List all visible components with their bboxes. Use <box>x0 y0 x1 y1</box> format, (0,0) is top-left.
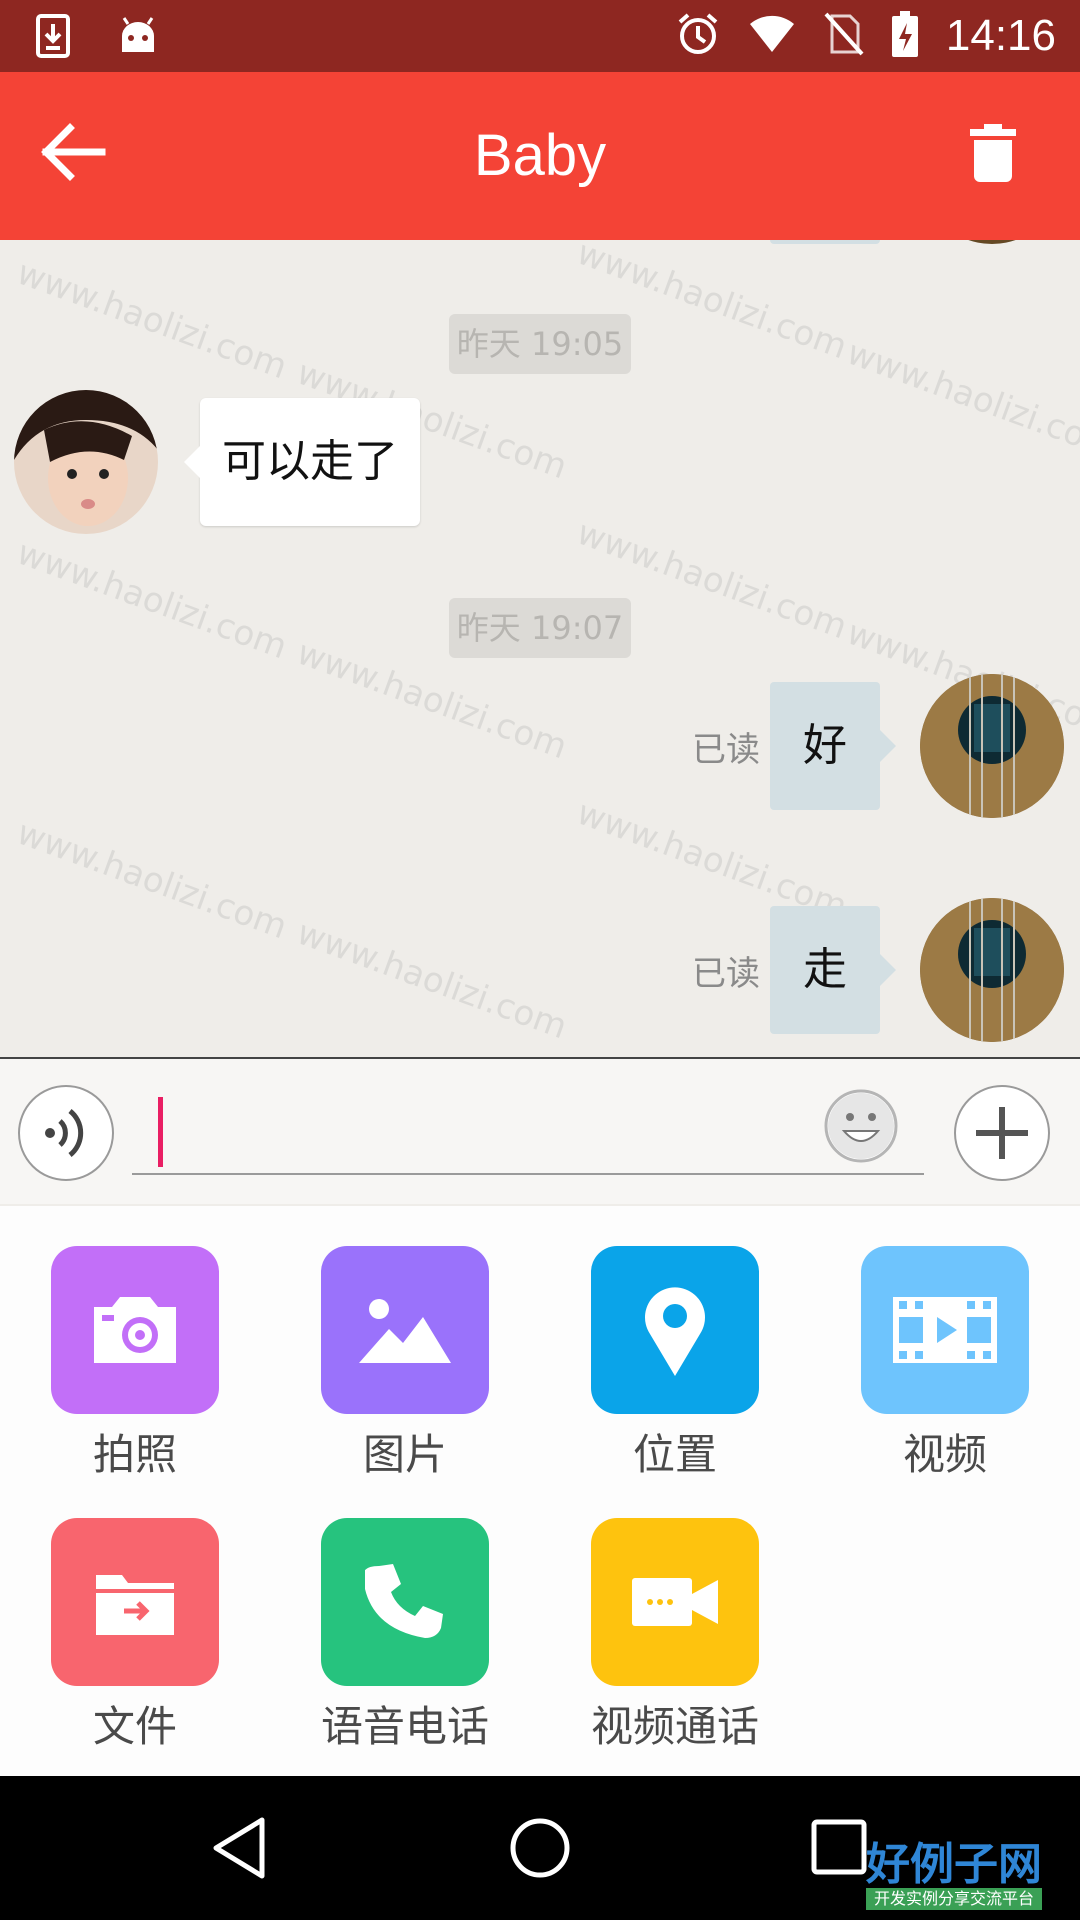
timestamp: 昨天 19:05 <box>449 314 631 374</box>
battery-charging-icon <box>891 11 918 61</box>
panel-item-location[interactable]: 位置 <box>591 1246 759 1480</box>
chat-area[interactable]: www.haolizi.com www.haolizi.com www.haol… <box>0 240 1080 1057</box>
contact-avatar[interactable] <box>14 390 158 534</box>
watermark: www.haolizi.com <box>11 252 293 388</box>
outgoing-bubble[interactable]: 走 <box>770 906 896 1034</box>
page-title: Baby <box>473 123 607 188</box>
input-bar <box>0 1057 1080 1204</box>
my-avatar[interactable] <box>920 674 1064 818</box>
panel-item-label: 位置 <box>632 1430 717 1479</box>
my-avatar[interactable] <box>920 898 1064 1042</box>
avatar <box>920 240 1064 244</box>
outgoing-bubble[interactable]: 好 <box>770 682 896 810</box>
back-triangle-icon[interactable] <box>204 1812 276 1884</box>
watermark-logo: 好例子网 开发实例分享交流平台 <box>866 1842 1042 1910</box>
home-circle-icon[interactable] <box>504 1812 576 1884</box>
timestamp: 昨天 19:07 <box>449 598 631 658</box>
trash-icon[interactable] <box>970 124 1030 188</box>
message-input[interactable] <box>132 1091 924 1175</box>
logo-title: 好例子网 <box>866 1839 1042 1890</box>
watermark: www.haolizi.com <box>841 332 1080 468</box>
folder-icon <box>51 1518 219 1686</box>
app-bar: Baby <box>0 72 1080 240</box>
panel-item-file[interactable]: 文件 <box>51 1518 219 1752</box>
watermark: www.haolizi.com <box>11 812 293 948</box>
download-icon <box>36 14 70 62</box>
no-sim-icon <box>824 12 864 60</box>
panel-item-voice-call[interactable]: 语音电话 <box>321 1518 489 1752</box>
read-status: 已读 <box>692 954 760 994</box>
attachment-panel: 拍照 图片 位置 视频 文件 语音电话 视频通话 <box>0 1206 1080 1776</box>
phone-icon <box>321 1518 489 1686</box>
status-bar: 14:16 <box>0 0 1080 72</box>
watermark: www.haolizi.com <box>11 532 293 668</box>
emoji-icon[interactable] <box>824 1089 898 1163</box>
panel-item-video[interactable]: 视频 <box>861 1246 1029 1480</box>
image-icon <box>321 1246 489 1414</box>
video-call-icon <box>591 1518 759 1686</box>
voice-icon[interactable] <box>18 1085 114 1181</box>
panel-item-label: 视频 <box>902 1430 987 1479</box>
video-film-icon <box>861 1246 1029 1414</box>
previous-bubble-fragment <box>770 240 880 244</box>
android-icon <box>118 16 158 60</box>
panel-item-image[interactable]: 图片 <box>321 1246 489 1480</box>
watermark: www.haolizi.com <box>291 912 573 1048</box>
navigation-bar: 好例子网 开发实例分享交流平台 <box>0 1776 1080 1920</box>
panel-item-video-call[interactable]: 视频通话 <box>591 1518 759 1752</box>
panel-item-label: 图片 <box>362 1430 447 1479</box>
camera-icon <box>51 1246 219 1414</box>
panel-item-label: 文件 <box>92 1702 177 1751</box>
text-caret <box>158 1097 163 1167</box>
incoming-bubble[interactable]: 可以走了 <box>184 398 420 526</box>
status-time: 14:16 <box>945 11 1056 60</box>
wifi-icon <box>748 14 796 58</box>
alarm-icon <box>676 12 720 60</box>
panel-item-label: 语音电话 <box>320 1702 489 1751</box>
logo-subtitle: 开发实例分享交流平台 <box>866 1888 1042 1910</box>
read-status: 已读 <box>692 730 760 770</box>
plus-icon[interactable] <box>954 1085 1050 1181</box>
location-icon <box>591 1246 759 1414</box>
panel-item-label: 拍照 <box>92 1430 177 1479</box>
panel-item-label: 视频通话 <box>590 1702 759 1751</box>
panel-item-camera[interactable]: 拍照 <box>51 1246 219 1480</box>
